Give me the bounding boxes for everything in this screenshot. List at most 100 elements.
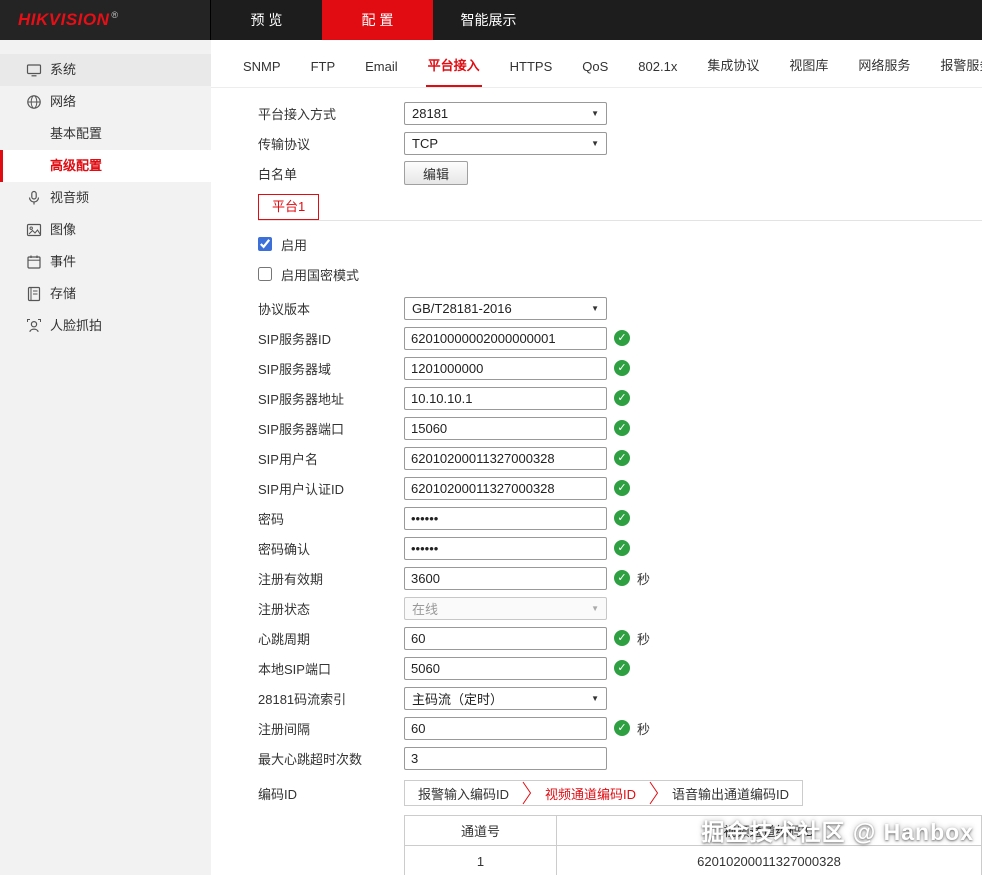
valid-check-icon: ✓ <box>614 420 630 436</box>
field-label: 心跳周期 <box>258 631 311 647</box>
tab-email[interactable]: Email <box>363 59 400 87</box>
chevron-down-icon: ▼ <box>591 108 599 118</box>
sidebar-item-basic-config[interactable]: 基本配置 <box>0 118 211 150</box>
video-channel-encode-id-tab[interactable]: 视频通道编码ID <box>532 784 649 803</box>
table-header-row: 通道号 视频通道编码ID <box>404 815 982 846</box>
sidebar-item-label: 高级配置 <box>50 158 103 173</box>
sip-server-address-input[interactable] <box>404 386 607 410</box>
field-label: SIP服务器ID <box>258 331 331 347</box>
chevron-right-icon <box>522 781 532 805</box>
encode-id-cell: 62010200011327000328 <box>556 845 982 875</box>
sidebar-item-label: 图像 <box>50 222 77 237</box>
form-row: SIP服务器端口 ✓ <box>258 413 982 443</box>
encode-id-row: 编码ID 报警输入编码ID 视频通道编码ID 语音输出通道编码ID <box>258 777 982 809</box>
tab-network-service[interactable]: 网络服务 <box>856 55 912 87</box>
form-row: 密码确认 ✓ <box>258 533 982 563</box>
sidebar-item-video-audio[interactable]: 视音频 <box>0 182 211 214</box>
sip-username-input[interactable] <box>404 446 607 470</box>
chevron-down-icon: ▼ <box>591 603 599 613</box>
form-row: SIP用户认证ID ✓ <box>258 473 982 503</box>
tab-alarm-server[interactable]: 报警服务器 <box>938 55 982 87</box>
menu-tab-preview[interactable]: 预 览 <box>211 0 322 40</box>
alarm-input-encode-id-tab[interactable]: 报警输入编码ID <box>405 784 522 803</box>
sidebar-item-image[interactable]: 图像 <box>0 214 211 246</box>
menu-tab-smart-display[interactable]: 智能展示 <box>433 0 544 40</box>
field-label: 最大心跳超时次数 <box>258 751 363 767</box>
protocol-version-select[interactable]: GB/T28181-2016 ▼ <box>404 296 607 320</box>
access-mode-select[interactable]: 28181 ▼ <box>404 101 607 125</box>
enable-checkbox[interactable] <box>258 237 272 251</box>
tab-https[interactable]: HTTPS <box>508 59 555 87</box>
local-sip-port-input[interactable] <box>404 656 607 680</box>
register-interval-input[interactable] <box>404 716 607 740</box>
heartbeat-period-input[interactable] <box>404 626 607 650</box>
channel-number-header: 通道号 <box>404 815 557 846</box>
enable-sm-mode-checkbox[interactable] <box>258 267 272 281</box>
valid-check-icon: ✓ <box>614 390 630 406</box>
chevron-down-icon: ▼ <box>591 693 599 703</box>
form-row: SIP服务器域 ✓ <box>258 353 982 383</box>
sip-server-domain-input[interactable] <box>404 356 607 380</box>
field-label: 28181码流索引 <box>258 691 347 707</box>
gb28181-fields: 协议版本 GB/T28181-2016 ▼ SIP服务器ID ✓ SIP服务器域… <box>258 293 982 773</box>
field-label: SIP服务器域 <box>258 361 331 377</box>
menu-tab-config[interactable]: 配 置 <box>322 0 433 40</box>
valid-check-icon: ✓ <box>614 360 630 376</box>
tab-platform-access[interactable]: 平台接入 <box>425 55 482 87</box>
password-input[interactable] <box>404 506 607 530</box>
register-validity-input[interactable] <box>404 566 607 590</box>
transfer-protocol-select[interactable]: TCP ▼ <box>404 131 607 155</box>
sip-server-id-input[interactable] <box>404 326 607 350</box>
sidebar-item-event[interactable]: 事件 <box>0 246 211 278</box>
form-row: SIP服务器ID ✓ <box>258 323 982 353</box>
encode-id-label: 编码ID <box>258 786 298 802</box>
sidebar-item-face-capture[interactable]: 人脸抓拍 <box>0 310 211 342</box>
select-value: 28181 <box>412 105 449 121</box>
stream-index-select[interactable]: 主码流（定时） ▼ <box>404 686 607 710</box>
main-content: SNMP FTP Email 平台接入 HTTPS QoS 802.1x 集成协… <box>211 40 982 875</box>
face-capture-icon <box>26 318 42 334</box>
sip-server-port-input[interactable] <box>404 416 607 440</box>
tab-snmp[interactable]: SNMP <box>241 59 283 87</box>
form-row: 白名单 编辑 <box>258 158 982 188</box>
password-confirm-input[interactable] <box>404 536 607 560</box>
table-row[interactable]: 1 62010200011327000328 <box>404 845 982 875</box>
valid-check-icon: ✓ <box>614 660 630 676</box>
form-row: 28181码流索引 主码流（定时） ▼ <box>258 683 982 713</box>
enable-label: 启用 <box>281 237 308 253</box>
sidebar-item-system[interactable]: 系统 <box>0 54 211 86</box>
field-label: 注册状态 <box>258 601 311 617</box>
sidebar-item-network[interactable]: 网络 <box>0 86 211 118</box>
field-label: SIP用户认证ID <box>258 481 344 497</box>
tab-ftp[interactable]: FTP <box>309 59 338 87</box>
valid-check-icon: ✓ <box>614 510 630 526</box>
field-label: SIP服务器地址 <box>258 391 344 407</box>
tab-view-library[interactable]: 视图库 <box>787 55 830 87</box>
enable-section: 启用 启用国密模式 <box>258 229 982 289</box>
storage-icon <box>26 286 42 302</box>
max-heartbeat-timeout-input[interactable] <box>404 746 607 770</box>
network-icon <box>26 94 42 110</box>
sidebar-item-label: 人脸抓拍 <box>50 318 103 333</box>
sidebar-item-storage[interactable]: 存储 <box>0 278 211 310</box>
audio-output-encode-id-tab[interactable]: 语音输出通道编码ID <box>659 784 802 803</box>
form-row: 最大心跳超时次数 <box>258 743 982 773</box>
platform-1-tab[interactable]: 平台1 <box>258 194 320 220</box>
tab-8021x[interactable]: 802.1x <box>636 59 679 87</box>
system-icon <box>26 62 42 78</box>
tab-integration-protocol[interactable]: 集成协议 <box>705 55 761 87</box>
subtab-bar: SNMP FTP Email 平台接入 HTTPS QoS 802.1x 集成协… <box>211 40 982 88</box>
sidebar-item-advanced-config[interactable]: 高级配置 <box>0 150 211 182</box>
form-row: 注册间隔 ✓ 秒 <box>258 713 982 743</box>
sidebar-item-label: 视音频 <box>50 190 90 205</box>
transfer-protocol-label: 传输协议 <box>258 136 311 152</box>
enable-row: 启用 <box>258 229 982 259</box>
form-row: 密码 ✓ <box>258 503 982 533</box>
whitelist-edit-button[interactable]: 编辑 <box>404 161 469 185</box>
sidebar-item-label: 网络 <box>50 94 77 109</box>
tab-qos[interactable]: QoS <box>580 59 610 87</box>
valid-check-icon: ✓ <box>614 630 630 646</box>
valid-check-icon: ✓ <box>614 450 630 466</box>
form-row: 传输协议 TCP ▼ <box>258 128 982 158</box>
sip-user-auth-id-input[interactable] <box>404 476 607 500</box>
